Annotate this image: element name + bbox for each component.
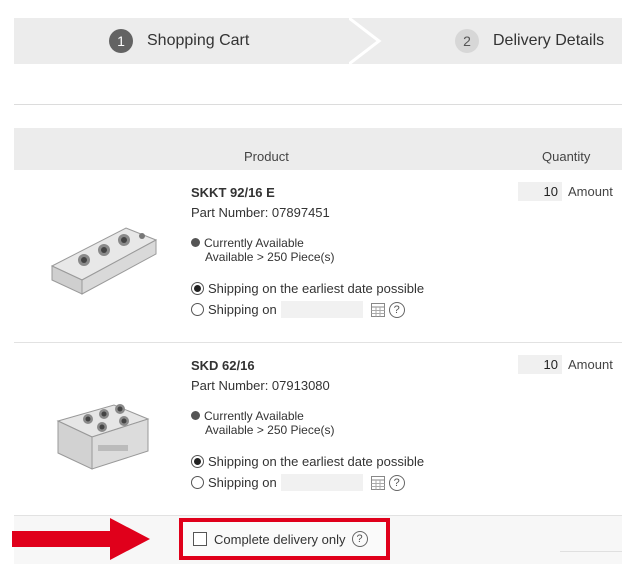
ship-on-label: Shipping on xyxy=(208,475,277,490)
checkout-stepper: 1 Shopping Cart 2 Delivery Details xyxy=(14,18,622,64)
step-shopping-cart[interactable]: 1 Shopping Cart xyxy=(109,18,249,64)
ship-earliest-radio[interactable] xyxy=(191,282,204,295)
ship-date-input[interactable] xyxy=(280,301,363,318)
product-name[interactable]: SKD 62/16 xyxy=(191,358,255,373)
part-number: Part Number: 07913080 xyxy=(191,378,330,393)
ship-date-input[interactable] xyxy=(280,474,363,491)
availability-text: Currently Available xyxy=(204,236,304,250)
availability-detail: Available > 250 Piece(s) xyxy=(205,250,335,264)
step-label: Delivery Details xyxy=(493,32,605,49)
divider xyxy=(14,104,622,105)
complete-delivery-checkbox[interactable] xyxy=(193,532,207,546)
quantity-cell: 10 Amount xyxy=(518,182,613,201)
complete-delivery-label: Complete delivery only xyxy=(214,531,346,547)
table-header: Product Quantity xyxy=(14,128,622,170)
quantity-unit: Amount xyxy=(568,357,613,372)
quantity-input[interactable]: 10 xyxy=(518,182,562,201)
availability-text: Currently Available xyxy=(204,409,304,423)
ship-on-option[interactable]: Shipping on ? xyxy=(191,301,405,318)
column-header-product: Product xyxy=(244,149,289,164)
help-icon[interactable]: ? xyxy=(388,474,405,491)
ship-on-option[interactable]: Shipping on ? xyxy=(191,474,405,491)
help-icon[interactable]: ? xyxy=(388,301,405,318)
product-image xyxy=(56,404,150,470)
ship-earliest-label: Shipping on the earliest date possible xyxy=(208,454,425,469)
calendar-icon[interactable] xyxy=(370,475,385,490)
ship-earliest-option[interactable]: Shipping on the earliest date possible xyxy=(191,281,424,296)
part-number: Part Number: 07897451 xyxy=(191,205,330,220)
step-number: 2 xyxy=(455,29,479,53)
table-row: SKD 62/16 Part Number: 07913080 Currentl… xyxy=(14,343,622,515)
arrow-right-icon xyxy=(12,518,150,560)
table-row: SKKT 92/16 E Part Number: 07897451 Curre… xyxy=(14,170,622,342)
footer-divider xyxy=(560,551,622,552)
product-image xyxy=(50,227,158,295)
quantity-cell: 10 Amount xyxy=(518,355,613,374)
availability-detail: Available > 250 Piece(s) xyxy=(205,423,335,437)
ship-on-label: Shipping on xyxy=(208,302,277,317)
step-label: Shopping Cart xyxy=(147,32,250,49)
step-delivery-details[interactable]: 2 Delivery Details xyxy=(455,18,604,64)
product-name[interactable]: SKKT 92/16 E xyxy=(191,185,275,200)
ship-earliest-label: Shipping on the earliest date possible xyxy=(208,281,425,296)
availability-status: Currently Available xyxy=(191,236,304,250)
ship-earliest-option[interactable]: Shipping on the earliest date possible xyxy=(191,454,424,469)
ship-on-radio[interactable] xyxy=(191,476,204,489)
help-icon[interactable]: ? xyxy=(351,531,368,547)
quantity-input[interactable]: 10 xyxy=(518,355,562,374)
status-dot-icon xyxy=(191,238,200,247)
status-dot-icon xyxy=(191,411,200,420)
step-chevron-icon xyxy=(349,18,382,64)
ship-on-radio[interactable] xyxy=(191,303,204,316)
availability-status: Currently Available xyxy=(191,409,304,423)
step-number: 1 xyxy=(109,29,133,53)
complete-delivery-option[interactable]: Complete delivery only ? xyxy=(179,518,390,560)
calendar-icon[interactable] xyxy=(370,302,385,317)
ship-earliest-radio[interactable] xyxy=(191,455,204,468)
quantity-unit: Amount xyxy=(568,184,613,199)
column-header-quantity: Quantity xyxy=(542,149,591,164)
